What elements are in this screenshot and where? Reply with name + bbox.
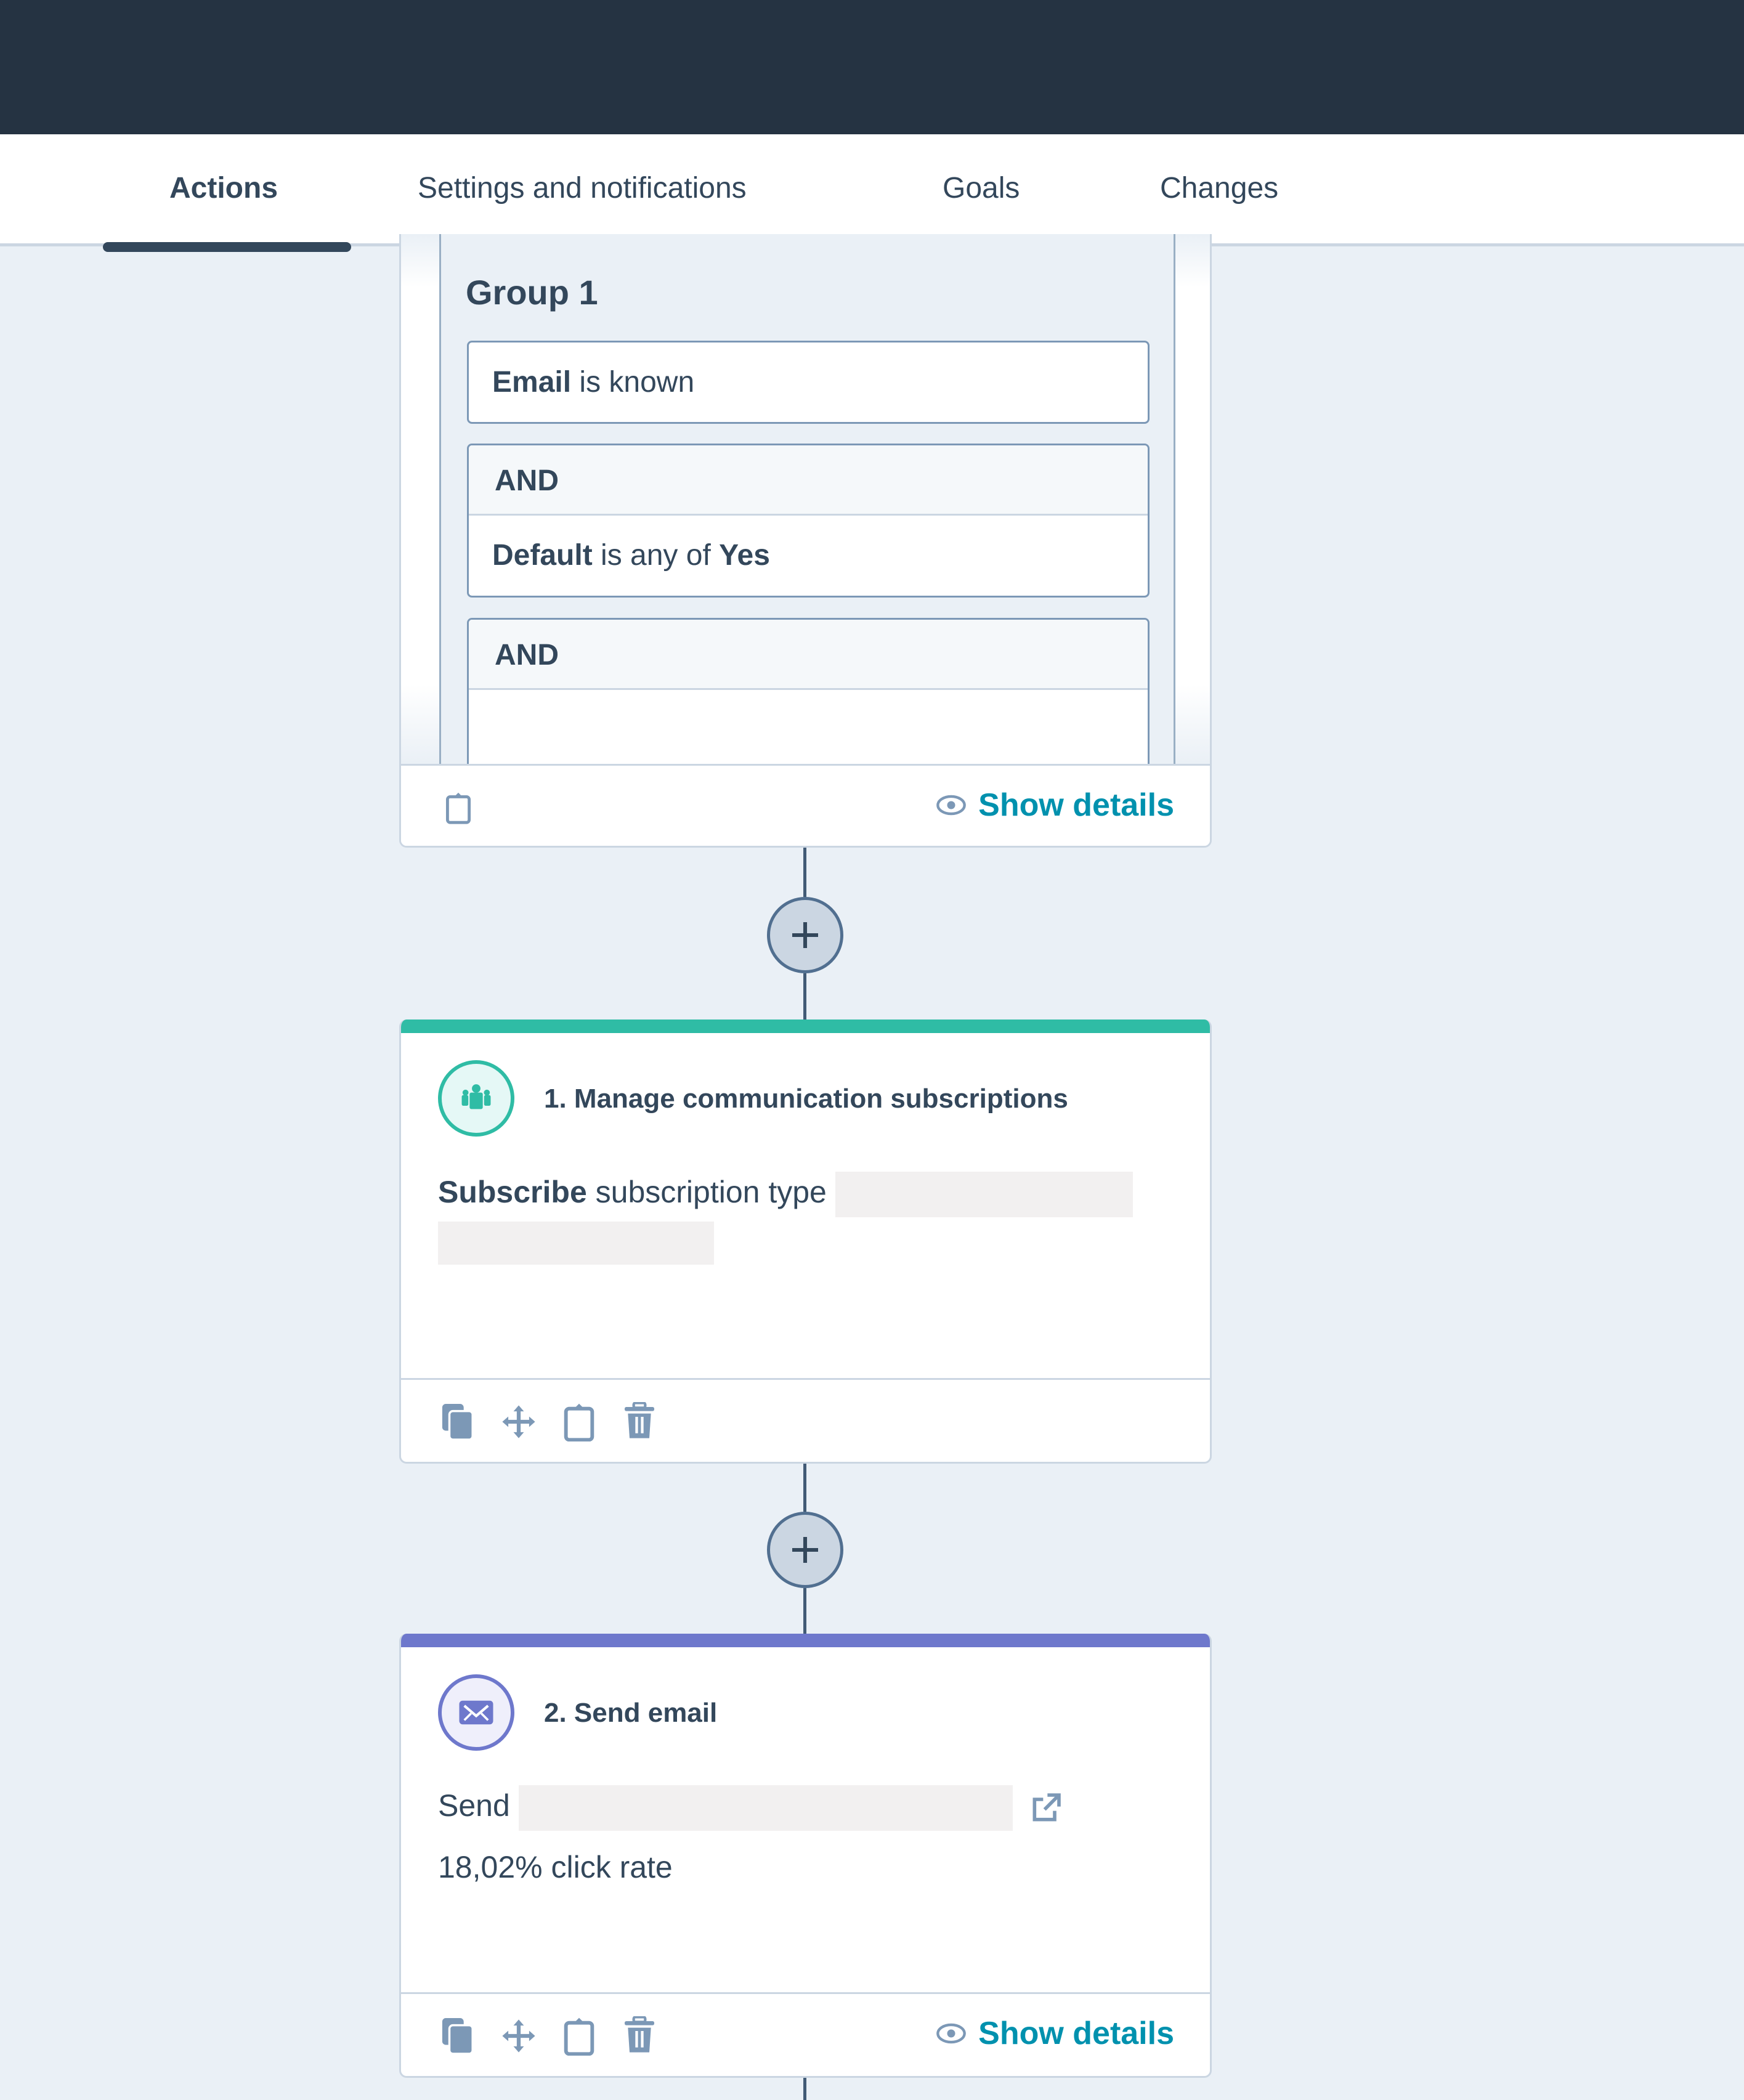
show-details-button[interactable]: Show details (935, 787, 1174, 824)
card-footer: Show details (401, 764, 1210, 846)
click-rate-stat: 18,02% click rate (438, 1850, 673, 1884)
clipboard-icon[interactable] (561, 2015, 597, 2057)
redacted-subscription-type (835, 1171, 1133, 1217)
redacted-subscription-type-cont (438, 1221, 714, 1265)
show-details-button[interactable]: Show details (935, 2015, 1174, 2052)
connector-line (803, 1464, 806, 1512)
active-tab-indicator (103, 242, 351, 252)
action-description: Send (438, 1783, 1175, 1831)
condition-operator: is any of (601, 539, 711, 572)
top-navigation-bar (0, 0, 1744, 134)
and-joiner: AND (469, 620, 1148, 690)
action-description: Subscribe subscription type (438, 1170, 1175, 1265)
condition-default-yes[interactable]: AND Default is any of Yes (467, 444, 1150, 598)
action-verb: Send (438, 1788, 510, 1823)
action-footer: Show details (401, 1992, 1210, 2076)
enrollment-trigger-card[interactable]: Group 1 Email is known AND Default is an… (399, 234, 1212, 848)
eye-icon (936, 2023, 966, 2044)
copy-icon[interactable] (440, 2015, 476, 2057)
plus-icon (792, 922, 818, 948)
action-title: 1. Manage communication subscriptions (544, 1084, 1068, 1114)
move-icon[interactable] (501, 2015, 537, 2057)
clipboard-icon[interactable] (440, 787, 476, 829)
and-joiner: AND (469, 445, 1148, 516)
condition-operator: is known (579, 366, 695, 399)
condition-property: Email (492, 366, 572, 399)
action-accent-bar (401, 1020, 1210, 1033)
tab-goals[interactable]: Goals (943, 171, 1020, 205)
move-icon[interactable] (501, 1401, 537, 1443)
trash-icon[interactable] (622, 2015, 657, 2057)
external-link-icon[interactable] (1029, 1791, 1063, 1825)
group-title: Group 1 (466, 273, 598, 312)
envelope-icon (438, 1674, 514, 1751)
condition-email-known[interactable]: Email is known (467, 341, 1150, 424)
eye-icon (936, 795, 966, 816)
add-action-button[interactable] (767, 1512, 843, 1588)
clipboard-icon[interactable] (561, 1401, 597, 1443)
tab-settings-and-notifications[interactable]: Settings and notifications (418, 171, 747, 205)
condition-value: Yes (719, 539, 770, 572)
tab-changes[interactable]: Changes (1160, 171, 1278, 205)
plus-icon (792, 1537, 818, 1563)
action-footer (401, 1378, 1210, 1462)
add-action-button[interactable] (767, 897, 843, 973)
trash-icon[interactable] (622, 1401, 657, 1443)
tab-bar: Actions Settings and notifications Goals… (0, 134, 1744, 246)
action-description-text: subscription type (595, 1175, 827, 1209)
tab-actions[interactable]: Actions (169, 171, 278, 205)
connector-line (803, 1588, 806, 1634)
action-card-manage-subscriptions[interactable]: 1. Manage communication subscriptions Su… (399, 1020, 1212, 1464)
copy-icon[interactable] (440, 1401, 476, 1443)
people-group-icon (438, 1060, 514, 1137)
action-title: 2. Send email (544, 1698, 718, 1728)
redacted-email-name (518, 1785, 1013, 1831)
connector-line (803, 848, 806, 897)
action-verb: Subscribe (438, 1175, 587, 1209)
filter-group: Group 1 Email is known AND Default is an… (439, 234, 1175, 803)
connector-line (803, 973, 806, 1020)
condition-property: Default (492, 539, 593, 572)
action-accent-bar (401, 1634, 1210, 1647)
action-card-send-email[interactable]: 2. Send email Send 18,02% click rate Sho… (399, 1634, 1212, 2078)
connector-line (803, 2078, 806, 2100)
